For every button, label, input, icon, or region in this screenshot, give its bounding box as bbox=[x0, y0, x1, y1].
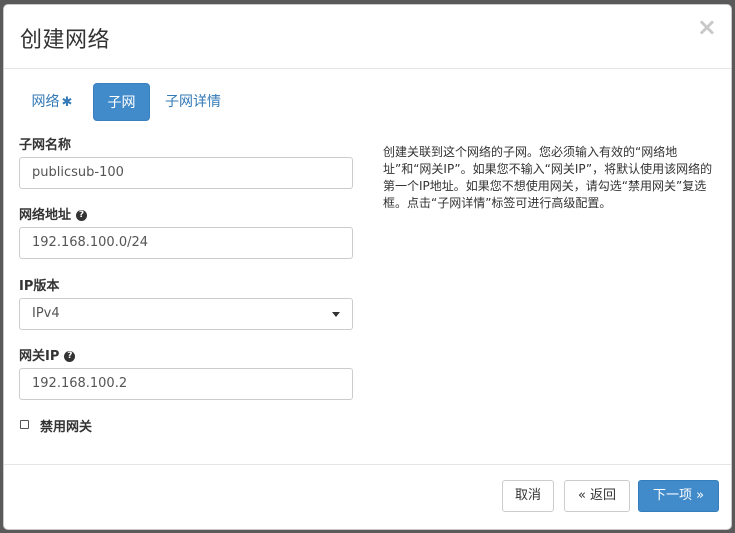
disable-gateway-checkbox[interactable] bbox=[20, 420, 29, 429]
help-text: 创建关联到这个网络的子网。您必须输入有效的“网络地址”和“网关IP”。如果您不输… bbox=[383, 145, 713, 210]
ip-version-select[interactable]: IPv4 bbox=[19, 298, 353, 330]
gateway-ip-label: 网关IP? bbox=[19, 345, 76, 364]
close-icon[interactable]: × bbox=[697, 15, 717, 39]
required-icon: ✱ bbox=[61, 95, 73, 110]
tab-network[interactable]: 网络 ✱ bbox=[20, 83, 84, 121]
subnet-name-label: 子网名称 bbox=[19, 138, 72, 153]
next-button[interactable]: 下一项 » bbox=[638, 480, 719, 512]
ip-version-selected: IPv4 bbox=[32, 306, 60, 321]
gateway-ip-input[interactable]: 192.168.100.2 bbox=[19, 368, 353, 400]
cancel-button[interactable]: 取消 bbox=[502, 480, 554, 512]
question-circle-icon[interactable]: ? bbox=[76, 210, 88, 221]
double-left-arrow-icon: « bbox=[577, 488, 586, 503]
modal-header: 创建网络 × bbox=[4, 5, 731, 69]
tab-subnet-details[interactable]: 子网详情 bbox=[158, 83, 228, 121]
modal-title: 创建网络 bbox=[20, 28, 111, 53]
network-address-input[interactable]: 192.168.100.0/24 bbox=[19, 227, 353, 259]
question-circle-icon[interactable]: ? bbox=[64, 351, 76, 362]
network-address-label: 网络地址? bbox=[19, 204, 88, 223]
caret-down-icon bbox=[332, 312, 340, 317]
back-button-label: 返回 bbox=[590, 488, 617, 503]
next-button-label: 下一项 bbox=[652, 488, 692, 503]
ip-version-label: IP版本 bbox=[19, 279, 60, 294]
tab-subnet[interactable]: 子网 bbox=[93, 83, 150, 121]
tab-network-label: 网络 bbox=[31, 94, 60, 110]
back-button[interactable]: « 返回 bbox=[564, 480, 630, 512]
network-address-label-text: 网络地址 bbox=[19, 208, 72, 223]
double-right-arrow-icon: » bbox=[696, 488, 705, 503]
gateway-ip-label-text: 网关IP bbox=[19, 349, 60, 364]
create-network-modal: 创建网络 × 网络 ✱ 子网 子网详情 子网名称 publicsub-100 网络… bbox=[3, 4, 732, 530]
disable-gateway-label[interactable]: 禁用网关 bbox=[40, 416, 92, 435]
subnet-name-input[interactable]: publicsub-100 bbox=[19, 157, 353, 189]
